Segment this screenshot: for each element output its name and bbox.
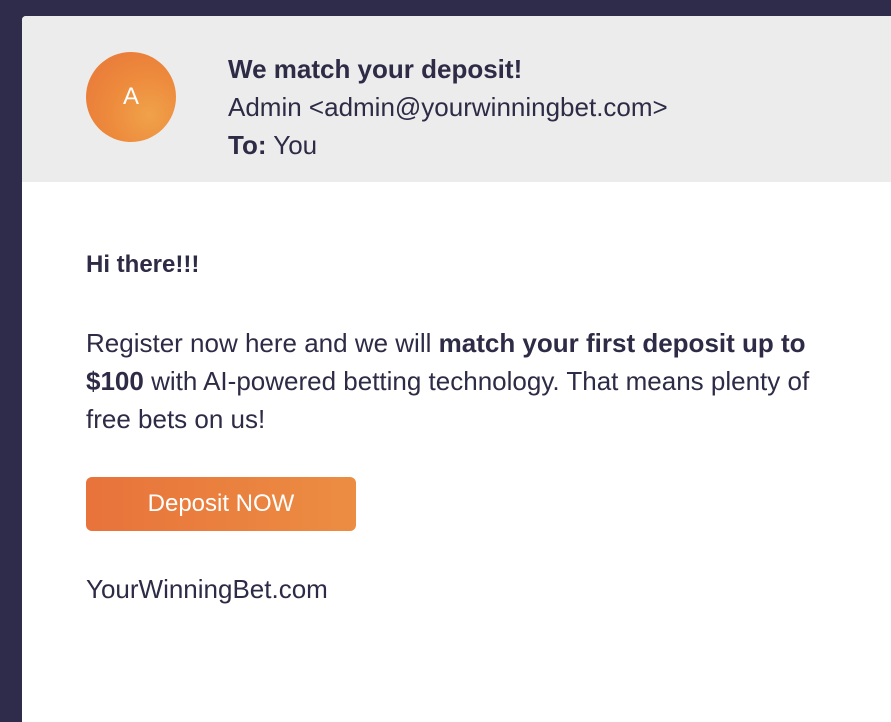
email-to-line: To: You — [228, 126, 668, 164]
email-message: Register now here and we will match your… — [86, 324, 846, 438]
deposit-now-button[interactable]: Deposit NOW — [86, 477, 356, 531]
email-from: Admin <admin@yourwinningbet.com> — [228, 92, 668, 122]
to-value: You — [273, 130, 318, 160]
email-subject: We match your deposit! — [228, 54, 523, 84]
avatar-initial: A — [122, 83, 139, 110]
greeting: Hi there!!! — [86, 251, 200, 278]
message-part2: with AI-powered betting technology. That… — [86, 366, 810, 434]
email-body: Hi there!!! Register now here and we wil… — [86, 248, 846, 438]
email-header: A We match your deposit! Admin <admin@yo… — [22, 16, 891, 182]
deposit-now-label: Deposit NOW — [147, 490, 295, 517]
signature: YourWinningBet.com — [86, 574, 328, 604]
email-window: A We match your deposit! Admin <admin@yo… — [22, 16, 891, 722]
sender-avatar: A — [86, 52, 176, 142]
message-part1: Register now here and we will — [86, 328, 439, 358]
to-label: To: — [228, 130, 267, 160]
email-meta: We match your deposit! Admin <admin@your… — [228, 50, 668, 164]
